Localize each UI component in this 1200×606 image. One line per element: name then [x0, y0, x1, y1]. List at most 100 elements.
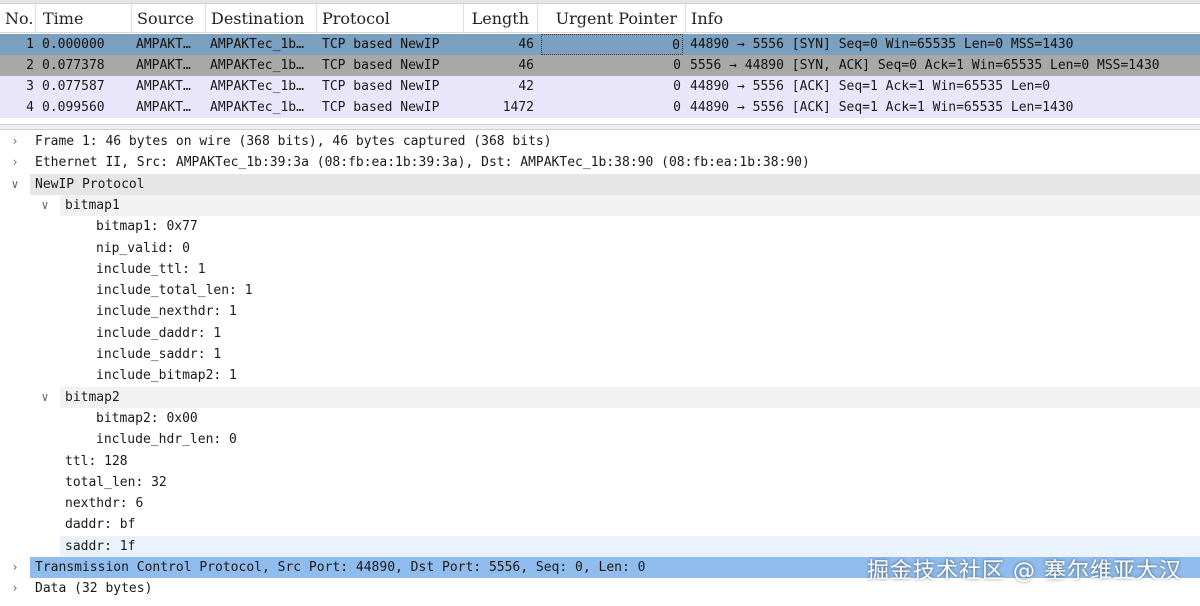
- column-header-destination[interactable]: Destination: [206, 4, 317, 33]
- packet-row[interactable]: 4 0.099560 AMPAKT… AMPAKTec_1b… TCP base…: [0, 97, 1200, 118]
- packet-no: 1: [26, 37, 34, 52]
- packet-time: 0.077587: [42, 79, 105, 94]
- chevron-down-icon[interactable]: ∨: [9, 174, 21, 195]
- detail-tree-label: nexthdr: 6: [65, 496, 144, 511]
- chevron-right-icon[interactable]: ›: [9, 131, 21, 152]
- detail-tree-item[interactable]: include_daddr: 1: [0, 323, 1200, 344]
- packet-length: 46: [518, 58, 534, 73]
- detail-tree-item[interactable]: include_total_len: 1: [0, 280, 1200, 301]
- packet-urgent-pointer: 0: [673, 79, 681, 94]
- detail-tree-item[interactable]: › Ethernet II, Src: AMPAKTec_1b:39:3a (08…: [0, 152, 1200, 173]
- detail-tree-label: include_nexthdr: 1: [96, 304, 237, 319]
- detail-tree-label: bitmap2: 0x00: [96, 411, 198, 426]
- detail-tree-label: include_ttl: 1: [96, 262, 206, 277]
- packet-info: 44890 → 5556 [ACK] Seq=1 Ack=1 Win=65535…: [690, 79, 1051, 94]
- chevron-right-icon[interactable]: ›: [9, 152, 21, 173]
- detail-tree-item[interactable]: include_hdr_len: 0: [0, 429, 1200, 450]
- packet-urgent-pointer[interactable]: 0: [541, 34, 683, 55]
- detail-tree-label: nip_valid: 0: [96, 241, 190, 256]
- detail-tree-label: NewIP Protocol: [35, 177, 145, 192]
- detail-tree-item[interactable]: ∨ bitmap1: [0, 195, 1200, 216]
- packet-list-header: No. Time Source Destination Protocol Len…: [0, 4, 1200, 33]
- packet-urgent-pointer: 0: [673, 100, 681, 115]
- chevron-right-icon[interactable]: ›: [9, 557, 21, 578]
- detail-tree-label: Transmission Control Protocol, Src Port:…: [35, 560, 646, 575]
- detail-tree-label: ttl: 128: [65, 454, 128, 469]
- column-header-urgent-pointer[interactable]: Urgent Pointer: [538, 4, 686, 33]
- detail-tree-item[interactable]: bitmap2: 0x00: [0, 408, 1200, 429]
- packet-source: AMPAKT…: [136, 37, 191, 52]
- packet-protocol: TCP based NewIP: [322, 58, 440, 73]
- detail-tree-label: bitmap2: [65, 390, 120, 405]
- detail-tree-item[interactable]: total_len: 32: [0, 472, 1200, 493]
- packet-destination: AMPAKTec_1b…: [210, 79, 304, 94]
- detail-tree-label: include_daddr: 1: [96, 326, 222, 341]
- detail-tree-item[interactable]: daddr: bf: [0, 514, 1200, 535]
- packet-length: 42: [518, 79, 534, 94]
- packet-row[interactable]: 2 0.077378 AMPAKT… AMPAKTec_1b… TCP base…: [0, 55, 1200, 76]
- packet-no: 2: [26, 58, 34, 73]
- row-highlight: [60, 195, 1200, 216]
- packet-row[interactable]: 3 0.077587 AMPAKT… AMPAKTec_1b… TCP base…: [0, 76, 1200, 97]
- column-header-no[interactable]: No.: [0, 4, 36, 33]
- column-header-time[interactable]: Time: [38, 4, 132, 33]
- detail-tree-item[interactable]: nip_valid: 0: [0, 238, 1200, 259]
- detail-tree-label: include_bitmap2: 1: [96, 368, 237, 383]
- packet-protocol: TCP based NewIP: [322, 100, 440, 115]
- packet-info: 44890 → 5556 [SYN] Seq=0 Win=65535 Len=0…: [690, 37, 1074, 52]
- detail-tree-item[interactable]: › Frame 1: 46 bytes on wire (368 bits), 4…: [0, 131, 1200, 152]
- packet-time: 0.077378: [42, 58, 105, 73]
- packet-details-tree: › Frame 1: 46 bytes on wire (368 bits), 4…: [0, 131, 1200, 606]
- detail-tree-label: Frame 1: 46 bytes on wire (368 bits), 46…: [35, 134, 552, 149]
- packet-time: 0.000000: [42, 37, 105, 52]
- detail-tree-item[interactable]: include_nexthdr: 1: [0, 301, 1200, 322]
- chevron-down-icon[interactable]: ∨: [39, 195, 51, 216]
- detail-tree-item[interactable]: ∨ NewIP Protocol: [0, 174, 1200, 195]
- chevron-right-icon[interactable]: ›: [9, 578, 21, 599]
- packet-row[interactable]: 1 0.000000 AMPAKT… AMPAKTec_1b… TCP base…: [0, 34, 1200, 55]
- packet-no: 4: [26, 100, 34, 115]
- packet-source: AMPAKT…: [136, 100, 191, 115]
- column-header-info[interactable]: Info: [686, 4, 1200, 33]
- detail-tree-item[interactable]: include_ttl: 1: [0, 259, 1200, 280]
- row-highlight: [30, 174, 1200, 195]
- pane-splitter[interactable]: [0, 124, 1200, 130]
- packet-list: No. Time Source Destination Protocol Len…: [0, 0, 1200, 124]
- column-header-source[interactable]: Source: [132, 4, 206, 33]
- detail-tree-label: include_saddr: 1: [96, 347, 222, 362]
- detail-tree-label: Data (32 bytes): [35, 581, 153, 596]
- packet-destination: AMPAKTec_1b…: [210, 100, 304, 115]
- packet-info: 44890 → 5556 [ACK] Seq=1 Ack=1 Win=65535…: [690, 100, 1074, 115]
- detail-tree-label: include_total_len: 1: [96, 283, 253, 298]
- row-highlight: [60, 387, 1200, 408]
- detail-tree-item[interactable]: include_bitmap2: 1: [0, 365, 1200, 386]
- detail-tree-item[interactable]: ∨ bitmap2: [0, 387, 1200, 408]
- column-header-protocol[interactable]: Protocol: [317, 4, 464, 33]
- watermark: 掘金技术社区 @ 塞尔维亚大汉: [867, 559, 1182, 584]
- detail-tree-label: saddr: 1f: [65, 539, 136, 554]
- packet-no: 3: [26, 79, 34, 94]
- detail-tree-label: total_len: 32: [65, 475, 167, 490]
- packet-time: 0.099560: [42, 100, 105, 115]
- packet-protocol: TCP based NewIP: [322, 79, 440, 94]
- detail-tree-label: include_hdr_len: 0: [96, 432, 237, 447]
- detail-tree-item[interactable]: nexthdr: 6: [0, 493, 1200, 514]
- packet-length: 1472: [502, 100, 534, 115]
- packet-source: AMPAKT…: [136, 79, 191, 94]
- packet-source: AMPAKT…: [136, 58, 191, 73]
- detail-tree-label: bitmap1: 0x77: [96, 219, 198, 234]
- packet-urgent-pointer: 0: [673, 58, 681, 73]
- chevron-down-icon[interactable]: ∨: [39, 387, 51, 408]
- detail-tree-item[interactable]: include_saddr: 1: [0, 344, 1200, 365]
- column-header-length[interactable]: Length: [464, 4, 538, 33]
- detail-tree-label: daddr: bf: [65, 517, 136, 532]
- packet-destination: AMPAKTec_1b…: [210, 37, 304, 52]
- detail-tree-item[interactable]: bitmap1: 0x77: [0, 216, 1200, 237]
- packet-destination: AMPAKTec_1b…: [210, 58, 304, 73]
- detail-tree-label: Ethernet II, Src: AMPAKTec_1b:39:3a (08:…: [35, 155, 810, 170]
- packet-info: 5556 → 44890 [SYN, ACK] Seq=0 Ack=1 Win=…: [690, 58, 1160, 73]
- detail-tree-item[interactable]: ttl: 128: [0, 451, 1200, 472]
- packet-length: 46: [518, 37, 534, 52]
- packet-protocol: TCP based NewIP: [322, 37, 440, 52]
- detail-tree-label: bitmap1: [65, 198, 120, 213]
